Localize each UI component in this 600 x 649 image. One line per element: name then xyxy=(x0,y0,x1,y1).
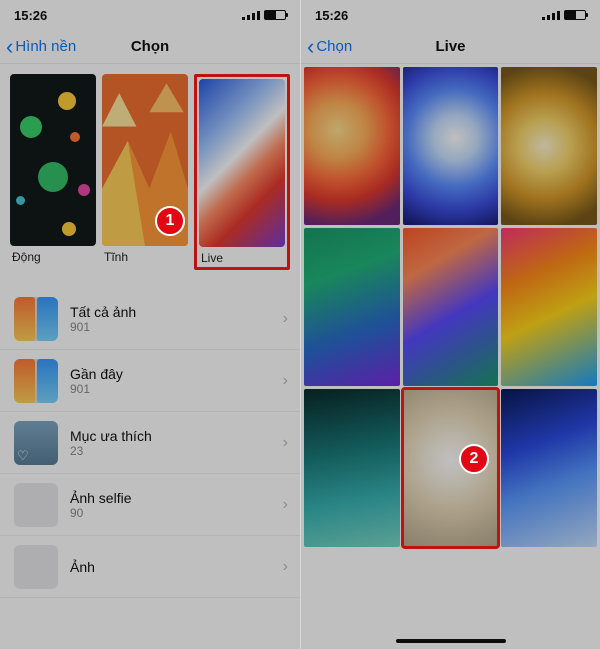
screen-right-live: 15:26 ‹ Chọn Live xyxy=(300,0,600,649)
type-still-label: Tĩnh xyxy=(102,250,188,264)
wallpaper-item[interactable] xyxy=(403,67,499,225)
chevron-right-icon: › xyxy=(283,310,288,328)
wallpaper-types: Động Tĩnh Live xyxy=(0,64,300,270)
status-bar: 15:26 xyxy=(301,0,600,30)
wallpaper-item[interactable] xyxy=(403,228,499,386)
albums-list: Tất cả ảnh 901 › Gần đây 901 › xyxy=(0,288,300,598)
album-title: Mục ưa thích xyxy=(70,428,152,444)
wallpaper-item-selected[interactable] xyxy=(403,389,499,547)
status-time: 15:26 xyxy=(14,8,47,23)
album-icon xyxy=(14,421,58,465)
nav-title: Live xyxy=(301,38,600,55)
album-count: 23 xyxy=(70,444,152,458)
type-still[interactable]: Tĩnh xyxy=(102,74,188,270)
album-icon xyxy=(14,483,58,527)
album-title: Ảnh selfie xyxy=(70,490,131,506)
chevron-right-icon: › xyxy=(283,372,288,390)
album-icon xyxy=(14,297,58,341)
nav-bar: ‹ Chọn Live xyxy=(301,30,600,64)
album-all-photos[interactable]: Tất cả ảnh 901 › xyxy=(0,288,300,350)
album-favorites[interactable]: Mục ưa thích 23 › xyxy=(0,412,300,474)
wallpaper-item[interactable] xyxy=(304,228,400,386)
album-icon xyxy=(14,545,58,589)
album-count: 90 xyxy=(70,506,131,520)
status-bar: 15:26 xyxy=(0,0,300,30)
nav-bar: ‹ Hình nền Chọn xyxy=(0,30,300,64)
type-still-thumb xyxy=(102,74,188,246)
wallpaper-item[interactable] xyxy=(304,389,400,547)
type-live[interactable]: Live xyxy=(194,74,290,270)
type-dynamic-label: Động xyxy=(10,250,96,264)
album-recent[interactable]: Gần đây 901 › xyxy=(0,350,300,412)
album-icon xyxy=(14,359,58,403)
album-title: Ảnh xyxy=(70,559,95,575)
content: Động Tĩnh Live xyxy=(0,64,300,649)
content: 2 xyxy=(301,64,600,649)
wallpaper-grid xyxy=(301,64,600,550)
wallpaper-item[interactable] xyxy=(501,389,597,547)
chevron-right-icon: › xyxy=(283,434,288,452)
album-title: Gần đây xyxy=(70,366,123,382)
status-icons xyxy=(542,10,586,20)
chevron-right-icon: › xyxy=(283,558,288,576)
battery-icon xyxy=(264,10,286,20)
home-indicator[interactable] xyxy=(396,639,506,643)
wallpaper-item[interactable] xyxy=(501,67,597,225)
type-dynamic-thumb xyxy=(10,74,96,246)
wallpaper-item[interactable] xyxy=(501,228,597,386)
album-selfies[interactable]: Ảnh selfie 90 › xyxy=(0,474,300,536)
signal-icon xyxy=(542,10,560,20)
nav-title: Chọn xyxy=(0,38,300,55)
type-dynamic[interactable]: Động xyxy=(10,74,96,270)
battery-icon xyxy=(564,10,586,20)
type-live-label: Live xyxy=(199,251,285,265)
chevron-right-icon: › xyxy=(283,496,288,514)
album-title: Tất cả ảnh xyxy=(70,304,136,320)
screen-left-choose: 15:26 ‹ Hình nền Chọn xyxy=(0,0,300,649)
type-live-thumb xyxy=(199,79,285,247)
status-time: 15:26 xyxy=(315,8,348,23)
status-icons xyxy=(242,10,286,20)
album-count: 901 xyxy=(70,320,136,334)
album-count: 901 xyxy=(70,382,123,396)
wallpaper-item[interactable] xyxy=(304,67,400,225)
album-photos[interactable]: Ảnh › xyxy=(0,536,300,598)
signal-icon xyxy=(242,10,260,20)
